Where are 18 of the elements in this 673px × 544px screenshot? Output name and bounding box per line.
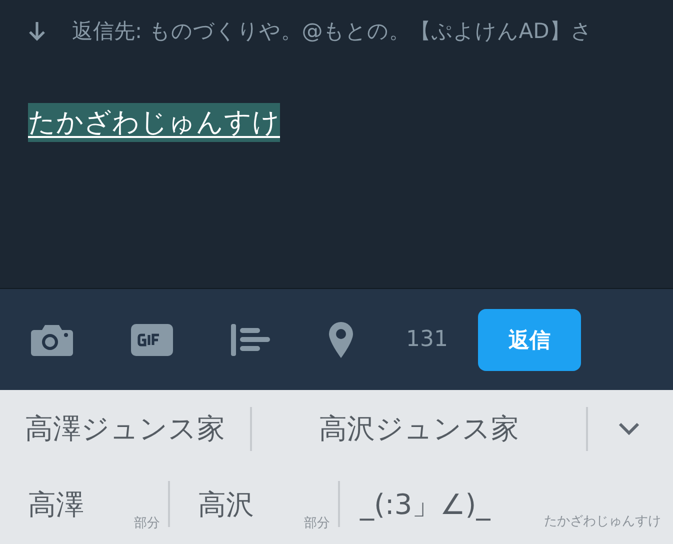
- candidate[interactable]: 高沢: [198, 486, 254, 524]
- composed-text: たかざわじゅんすけ: [28, 103, 280, 142]
- reply-to-label[interactable]: 返信先: ものづくりや。@もとの。【ぷよけんAD】さ: [72, 17, 592, 45]
- candidate-note: 部分: [304, 515, 330, 532]
- location-pin-icon[interactable]: [328, 320, 354, 358]
- arrow-down-icon: [28, 21, 46, 41]
- reading-label: たかざわじゅんすけ: [544, 513, 661, 530]
- candidate[interactable]: 高沢ジュンス家: [252, 410, 586, 448]
- camera-icon[interactable]: [30, 322, 74, 356]
- candidate-note: 部分: [134, 515, 160, 532]
- chevron-down-icon[interactable]: [618, 422, 640, 436]
- candidate[interactable]: _(:3」∠)_: [360, 486, 490, 524]
- candidate[interactable]: 高澤: [28, 486, 84, 524]
- reply-button[interactable]: 返信: [478, 308, 581, 370]
- candidate[interactable]: 高澤ジュンス家: [0, 410, 250, 448]
- character-counter: 131: [406, 327, 448, 352]
- poll-icon[interactable]: [230, 322, 272, 356]
- gif-icon[interactable]: [130, 322, 174, 356]
